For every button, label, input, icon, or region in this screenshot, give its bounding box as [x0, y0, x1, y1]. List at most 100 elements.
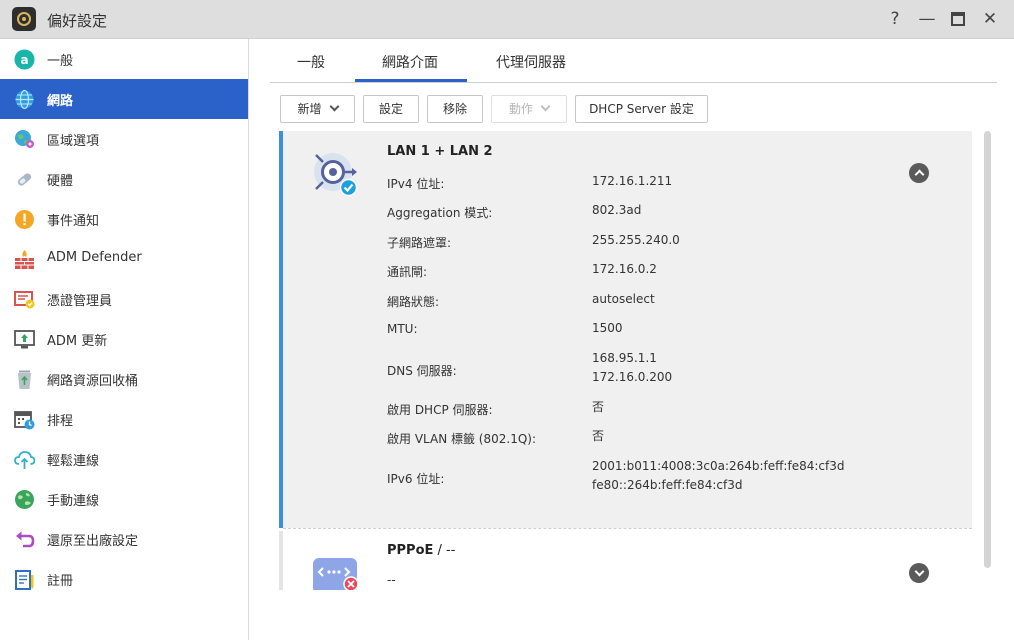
sidebar-item-label: 硬體	[47, 174, 74, 189]
sidebar-item-schedule[interactable]: 排程	[0, 399, 248, 439]
recycle-bin-icon	[14, 369, 35, 390]
sidebar-item-region[interactable]: 區域選項	[0, 119, 248, 159]
field-label: MTU:	[387, 322, 418, 336]
sidebar-item-label: 事件通知	[47, 214, 100, 229]
field-label: 子網路遮罩:	[387, 236, 452, 250]
certificate-icon	[14, 289, 35, 310]
sidebar-item-label: 一般	[47, 54, 74, 69]
list-divider	[283, 528, 972, 529]
network-interface-icon	[313, 152, 359, 198]
sidebar-item-label: 輕鬆連線	[47, 454, 100, 469]
firewall-icon	[14, 249, 35, 270]
sidebar-item-label: ADM 更新	[47, 334, 108, 349]
field-value: 172.16.0.200	[592, 370, 673, 384]
hardware-icon	[14, 169, 35, 190]
sidebar-item-label: ADM Defender	[47, 250, 142, 265]
tab-proxy-server[interactable]: 代理伺服器	[496, 52, 566, 72]
sidebar-item-label: 排程	[47, 414, 74, 429]
manual-connect-icon	[14, 489, 35, 510]
field-label: 啟用 VLAN 標籤 (802.1Q):	[387, 432, 537, 446]
active-tab-indicator	[355, 79, 467, 82]
field-value: 168.95.1.1	[592, 351, 657, 365]
sidebar-item-register[interactable]: 註冊	[0, 559, 248, 599]
reset-icon	[14, 529, 35, 550]
sidebar-item-network[interactable]: 網路	[0, 79, 248, 119]
sidebar-item-label: 還原至出廠設定	[47, 534, 139, 549]
add-button[interactable]: 新增	[280, 95, 355, 123]
field-value: 802.3ad	[592, 203, 642, 217]
field-label: IPv4 位址:	[387, 177, 445, 191]
schedule-icon	[14, 409, 35, 430]
field-value: fe80::264b:feff:fe84:cf3d	[592, 478, 743, 492]
sidebar-item-certificate[interactable]: 憑證管理員	[0, 279, 248, 319]
sidebar: a 一般 網路 區域選項 硬體 事件通知 ADM Defender 憑證管理員 …	[0, 39, 249, 640]
field-value: 172.16.1.211	[592, 174, 673, 188]
settings-button[interactable]: 設定	[363, 95, 419, 123]
add-button-label: 新增	[297, 102, 322, 116]
action-button-label: 動作	[508, 102, 533, 116]
pppoe-icon	[311, 556, 361, 590]
field-value: --	[387, 573, 396, 587]
sidebar-item-manual-connect[interactable]: 手動連線	[0, 479, 248, 519]
update-icon	[14, 329, 35, 350]
window-title: 偏好設定	[47, 12, 108, 30]
field-label: Aggregation 模式:	[387, 206, 493, 220]
globe-icon	[14, 89, 35, 110]
help-icon[interactable]: ?	[884, 8, 906, 30]
field-label: 啟用 DHCP 伺服器:	[387, 403, 493, 417]
sidebar-item-hardware[interactable]: 硬體	[0, 159, 248, 199]
svg-text:a: a	[20, 53, 28, 67]
sidebar-item-label: 網路	[47, 94, 74, 109]
tab-general[interactable]: 一般	[297, 52, 325, 72]
pppoe-title-name: PPPoE	[387, 543, 434, 558]
cloud-connect-icon	[14, 449, 36, 470]
sidebar-item-adm-defender[interactable]: ADM Defender	[0, 239, 248, 279]
sidebar-item-label: 註冊	[47, 574, 74, 589]
field-label: 網路狀態:	[387, 295, 440, 309]
register-icon	[14, 569, 35, 590]
alert-icon	[14, 209, 35, 230]
interface-title: LAN 1 + LAN 2	[387, 144, 493, 159]
sidebar-item-label: 網路資源回收桶	[47, 374, 139, 389]
close-icon[interactable]: ✕	[979, 8, 1001, 30]
field-value: 否	[592, 400, 605, 414]
field-value: autoselect	[592, 292, 655, 306]
collapse-button[interactable]	[909, 163, 929, 183]
chevron-down-icon	[540, 101, 551, 112]
title-bar: 偏好設定 ? — ✕	[0, 0, 1014, 39]
field-label: 通訊閘:	[387, 265, 428, 279]
interface-item-pppoe[interactable]: PPPoE / -- --	[279, 531, 972, 590]
sidebar-item-notification[interactable]: 事件通知	[0, 199, 248, 239]
maximize-icon[interactable]	[947, 8, 969, 30]
sidebar-item-label: 憑證管理員	[47, 294, 113, 309]
vertical-scrollbar[interactable]	[984, 131, 991, 568]
field-value: 否	[592, 429, 605, 443]
field-value: 255.255.240.0	[592, 233, 680, 247]
region-icon	[14, 129, 35, 150]
sidebar-item-general[interactable]: a 一般	[0, 39, 248, 79]
tab-bar: 一般 網路介面 代理伺服器	[270, 39, 997, 83]
field-value: 2001:b011:4008:3c0a:264b:feff:fe84:cf3d	[592, 459, 845, 473]
sidebar-item-recycle-bin[interactable]: 網路資源回收桶	[0, 359, 248, 399]
sidebar-item-adm-update[interactable]: ADM 更新	[0, 319, 248, 359]
app-icon	[12, 7, 36, 31]
pppoe-title-suffix: / --	[433, 543, 456, 558]
chevron-down-icon	[329, 101, 339, 112]
tab-network-interface[interactable]: 網路介面	[382, 52, 438, 72]
interface-item-lan[interactable]: LAN 1 + LAN 2 IPv4 位址: 172.16.1.211 Aggr…	[279, 131, 972, 528]
action-button[interactable]: 動作	[491, 95, 567, 123]
dhcp-server-settings-button[interactable]: DHCP Server 設定	[575, 95, 708, 123]
field-label: IPv6 位址:	[387, 472, 445, 486]
interface-title: PPPoE / --	[387, 543, 455, 558]
general-icon: a	[14, 49, 35, 70]
field-value: 1500	[592, 321, 623, 335]
expand-button[interactable]	[909, 563, 929, 583]
field-label: DNS 伺服器:	[387, 364, 457, 378]
sidebar-item-easy-connect[interactable]: 輕鬆連線	[0, 439, 248, 479]
minimize-icon[interactable]: —	[916, 8, 938, 30]
sidebar-item-factory-reset[interactable]: 還原至出廠設定	[0, 519, 248, 559]
sidebar-item-label: 區域選項	[47, 134, 100, 149]
field-value: 172.16.0.2	[592, 262, 657, 276]
sidebar-item-label: 手動連線	[47, 494, 100, 509]
remove-button[interactable]: 移除	[427, 95, 483, 123]
